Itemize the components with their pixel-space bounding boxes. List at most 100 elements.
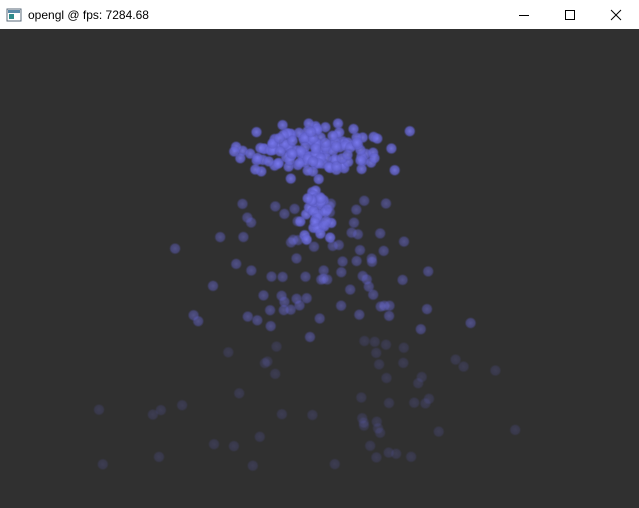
particle [397, 356, 410, 369]
particle [356, 270, 369, 282]
particle-field [93, 117, 522, 472]
particle [245, 216, 258, 229]
particle [236, 197, 249, 210]
particle [269, 367, 282, 380]
maximize-button[interactable] [547, 0, 593, 29]
minimize-icon [519, 14, 529, 16]
particle [330, 140, 343, 153]
particle [311, 208, 324, 220]
particle [317, 272, 330, 285]
particle [335, 266, 348, 279]
close-icon [610, 9, 622, 20]
particle [419, 397, 432, 410]
particle [370, 451, 383, 464]
particle [374, 227, 387, 240]
particle [371, 132, 384, 145]
particle [264, 320, 277, 333]
title-bar[interactable]: opengl @ fps: 7284.68 [0, 0, 639, 29]
opengl-viewport[interactable] [0, 29, 639, 508]
particle [405, 450, 418, 463]
app-window-icon [6, 7, 22, 23]
particle [380, 372, 393, 384]
maximize-icon [565, 9, 575, 20]
particle [412, 377, 425, 390]
window-title: opengl @ fps: 7284.68 [28, 7, 149, 22]
particle [245, 264, 258, 277]
particle [383, 309, 396, 322]
particle [230, 257, 243, 270]
particle [432, 425, 445, 438]
particle [328, 458, 341, 471]
particle [277, 304, 290, 317]
particle [250, 126, 263, 139]
particle [341, 148, 354, 161]
particle [246, 459, 259, 472]
particle [408, 396, 421, 409]
particle [364, 439, 377, 452]
particle [237, 231, 250, 243]
particle [275, 289, 288, 302]
particle [299, 270, 312, 283]
particle [348, 216, 360, 229]
particle [304, 125, 317, 138]
particle [383, 397, 395, 409]
particle [368, 152, 381, 165]
particle [388, 164, 401, 177]
particle [367, 288, 380, 301]
particle [374, 426, 387, 439]
particle [276, 270, 289, 283]
particle [214, 231, 227, 244]
particle [300, 292, 313, 305]
particle [422, 265, 435, 278]
particle [421, 303, 433, 316]
particle [192, 315, 205, 328]
particle [253, 430, 266, 443]
particle [275, 408, 288, 421]
particle [377, 244, 390, 257]
particle [251, 314, 264, 327]
particle [288, 202, 301, 215]
particle [313, 312, 326, 325]
particle [265, 270, 278, 283]
particle [287, 233, 300, 246]
particle [354, 154, 367, 167]
particle [261, 355, 274, 368]
particle [332, 239, 345, 251]
particle [284, 172, 297, 185]
particle [264, 304, 277, 317]
particle [449, 353, 462, 366]
particle [464, 317, 477, 329]
particle [273, 132, 286, 145]
particle [374, 300, 387, 313]
particle [323, 206, 336, 219]
particle [326, 129, 339, 142]
particle [93, 403, 105, 416]
particle [290, 252, 303, 265]
particle [262, 155, 275, 168]
particle [358, 335, 371, 347]
particle [397, 341, 410, 354]
minimize-button[interactable] [501, 0, 547, 29]
particle [370, 346, 383, 359]
particle [403, 125, 416, 138]
particle [249, 163, 262, 176]
particle [509, 423, 522, 436]
close-button[interactable] [593, 0, 639, 29]
particle [304, 331, 316, 343]
particle [365, 252, 378, 265]
particle [96, 458, 109, 471]
particle [390, 447, 403, 460]
particle [357, 416, 370, 429]
particle [286, 147, 298, 160]
particle [380, 197, 392, 210]
particle [291, 215, 304, 228]
particle [254, 142, 267, 154]
particle [317, 219, 330, 231]
app-window: opengl @ fps: 7284.68 [0, 0, 639, 508]
particle [306, 155, 319, 168]
particle [312, 173, 325, 186]
particle [228, 145, 241, 158]
particle [350, 136, 363, 149]
particle [350, 255, 363, 267]
particle [153, 450, 165, 463]
